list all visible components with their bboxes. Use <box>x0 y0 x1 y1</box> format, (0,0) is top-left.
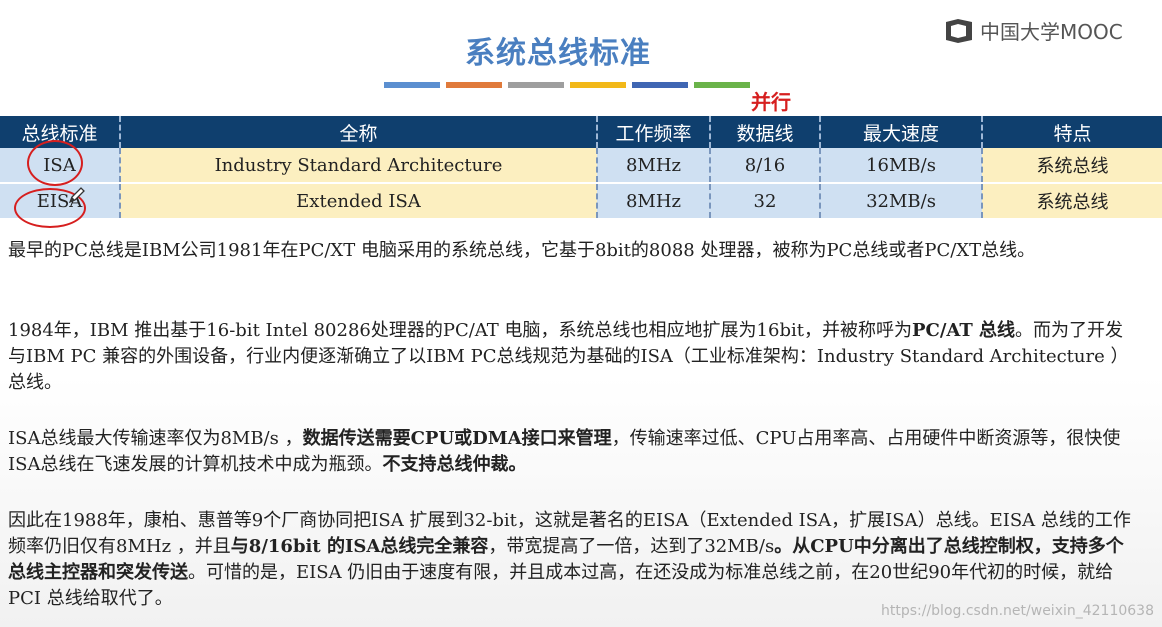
cell-data-lines: 8/16 <box>710 148 821 184</box>
text-span: ，带宽提高了一倍，达到了32MB/s <box>488 536 775 557</box>
header-feature: 特点 <box>982 116 1162 148</box>
stripe-3 <box>508 82 564 88</box>
cell-max-speed: 16MB/s <box>820 148 983 184</box>
bold-span: 数据传送需要CPU或DMA接口来管理 <box>302 428 612 449</box>
pen-cursor-icon <box>68 187 85 204</box>
table-row: ISA Industry Standard Architecture 8MHz … <box>0 148 1162 184</box>
bus-standard-table: 总线标准 全称 工作频率 数据线 最大速度 特点 ISA Industry St… <box>0 116 1162 220</box>
table-header-row: 总线标准 全称 工作频率 数据线 最大速度 特点 <box>0 116 1162 148</box>
decorative-stripes <box>384 82 750 88</box>
header-max-speed: 最大速度 <box>820 116 983 148</box>
paragraph-isa-limits: ISA总线最大传输速率仅为8MB/s ，数据传送需要CPU或DMA接口来管理，传… <box>8 426 1138 478</box>
paragraph-pc-bus: 最早的PC总线是IBM公司1981年在PC/XT 电脑采用的系统总线，它基于8b… <box>8 240 1036 261</box>
header-data-lines: 数据线 <box>710 116 821 148</box>
stripe-1 <box>384 82 440 88</box>
stripe-6 <box>694 82 750 88</box>
stripe-2 <box>446 82 502 88</box>
cell-frequency: 8MHz <box>597 183 711 220</box>
stripe-5 <box>632 82 688 88</box>
header-full-name: 全称 <box>120 116 598 148</box>
paragraph-isa-origin: 1984年，IBM 推出基于16-bit Intel 80286处理器的PC/A… <box>8 318 1138 396</box>
logo-text: 中国大学MOOC <box>980 20 1123 44</box>
cell-data-lines: 32 <box>710 183 821 220</box>
paragraph-eisa: 因此在1988年，康柏、惠普等9个厂商协同把ISA 扩展到32-bit，这就是著… <box>8 508 1138 612</box>
cell-max-speed: 32MB/s <box>820 183 983 220</box>
header-frequency: 工作频率 <box>597 116 711 148</box>
cell-full-name: Industry Standard Architecture <box>120 148 598 184</box>
bold-span: 与8/16bit 的ISA总线完全兼容 <box>230 536 489 557</box>
stripe-4 <box>570 82 626 88</box>
cell-feature: 系统总线 <box>982 183 1162 220</box>
handwritten-annotation: 并行 <box>751 90 791 114</box>
mooc-logo: 中国大学MOOC <box>944 16 1123 45</box>
annotation-circle-isa <box>27 140 83 186</box>
text-span: ISA总线最大传输速率仅为8MB/s ， <box>8 428 303 449</box>
cell-full-name: Extended ISA <box>120 183 598 220</box>
bold-span: PC/AT 总线 <box>911 320 1016 341</box>
cell-feature: 系统总线 <box>982 148 1162 184</box>
cell-frequency: 8MHz <box>597 148 711 184</box>
table-row: EISA Extended ISA 8MHz 32 32MB/s 系统总线 <box>0 183 1162 220</box>
bold-span: 不支持总线仲裁。 <box>382 454 527 475</box>
watermark-url: https://blog.csdn.net/weixin_42110638 <box>880 603 1154 619</box>
text-span: 1984年，IBM 推出基于16-bit Intel 80286处理器的PC/A… <box>8 320 912 341</box>
mooc-logo-icon <box>946 18 972 43</box>
